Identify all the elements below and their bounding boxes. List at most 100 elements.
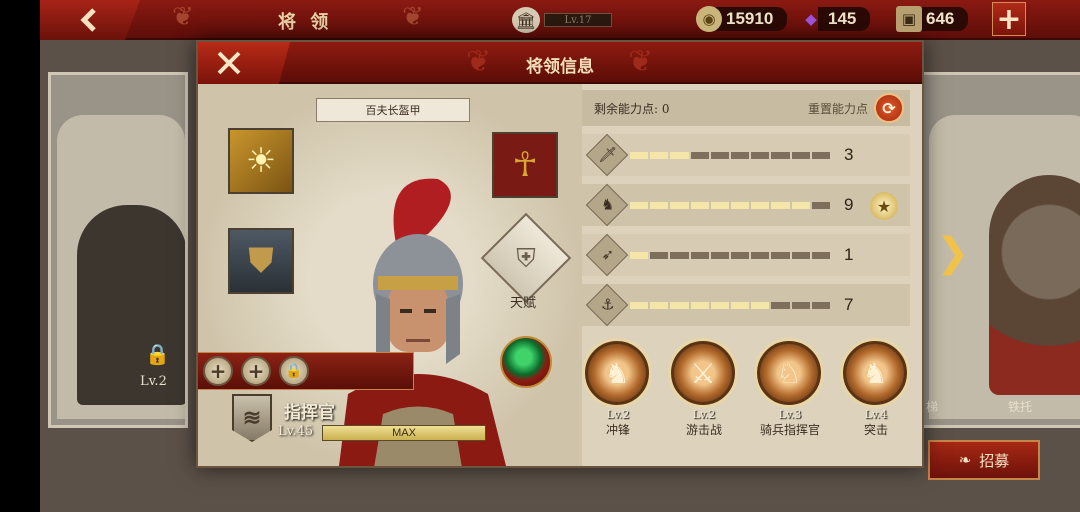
armor-slot[interactable]: ⛊: [228, 228, 294, 294]
stat-segment: [710, 202, 730, 209]
stat-row[interactable]: 🗡 3: [582, 133, 910, 177]
stat-segment: [811, 302, 831, 309]
armor-icon: ⛊: [248, 241, 274, 281]
hero-portrait-area: 百夫长盔甲 ☀ ⛊ ☥ ⛨ 天赋 + + 🔒 ≋ 指挥官 Lv.45 MAX: [198, 84, 582, 466]
stat-segment: [731, 302, 750, 309]
stat-value: 3: [844, 145, 854, 164]
star-badge-icon[interactable]: ★: [870, 192, 898, 220]
locked-skill-slot[interactable]: 🔒: [279, 356, 309, 386]
sword-icon-glyph: 🗡: [598, 145, 618, 164]
helmet-icon: ⛨: [516, 244, 536, 274]
stat-segment: [751, 252, 770, 259]
right-card-name-b: 铁托: [1008, 400, 1033, 414]
skill-level: Lv.2: [606, 408, 630, 421]
temple-icon: 🏛: [512, 7, 540, 33]
stat-segment: [630, 252, 649, 259]
stat-segment: [771, 152, 790, 159]
ability-points-row: 剩余能力点: 0 重置能力点 ⟳: [582, 90, 910, 126]
back-arrow-icon: [80, 8, 96, 32]
coin-value: 15910: [716, 7, 788, 31]
hero-card-locked[interactable]: [48, 72, 188, 428]
stat-segment: [630, 202, 649, 209]
skill-name: 游击战: [685, 423, 722, 437]
resource-coin[interactable]: ◉ 15910: [696, 6, 788, 32]
stat-row[interactable]: ♞ 9 ★: [582, 183, 910, 227]
stat-segment: [791, 302, 810, 309]
skill-guerrilla[interactable]: ⚔ Lv.2 游击战: [668, 338, 740, 438]
recruit-button[interactable]: ❧ 招募: [928, 440, 1040, 480]
stat-segment: [771, 202, 790, 209]
stat-segment: [650, 152, 669, 159]
game-screen: ❦ 将 领 ❦ 🏛 Lv.17 ◉ 15910 ◆ 145 ▣ 646 + 🔒 …: [40, 0, 1080, 512]
stat-segment: [650, 302, 669, 309]
stat-segment: [731, 202, 750, 209]
stat-segment: [670, 302, 689, 309]
rank-badge-icon: ≋: [232, 394, 272, 442]
horse-head-skill-icon: ♘: [754, 338, 824, 408]
skill-cavalry-commander[interactable]: ♘ Lv.3 骑兵指挥官: [754, 338, 826, 438]
bow-icon-glyph: ➶: [601, 245, 614, 264]
add-skill-button[interactable]: +: [203, 356, 233, 386]
reset-points-label: 重置能力点: [807, 101, 868, 116]
stat-segment: [771, 252, 790, 259]
reset-points-button[interactable]: ⟳: [874, 93, 904, 123]
hero-silhouette: [77, 205, 185, 405]
skill-name: 冲锋: [605, 423, 630, 437]
laurel-left-icon: ❦: [172, 2, 194, 32]
stat-progress-bar: [630, 302, 831, 309]
right-card-name-a: 梯: [926, 400, 939, 414]
stat-segment: [811, 202, 831, 209]
stat-segment: [670, 152, 689, 159]
laurel-right-icon: ❦: [628, 44, 654, 79]
stat-segment: [731, 152, 750, 159]
viking-portrait: [989, 175, 1080, 395]
horse-icon-glyph: ♞: [600, 195, 615, 214]
stat-segment: [690, 152, 709, 159]
stat-segment: [791, 152, 810, 159]
banner-slot[interactable]: ☀: [228, 128, 294, 194]
top-bar: ❦ 将 领 ❦ 🏛 Lv.17 ◉ 15910 ◆ 145 ▣ 646 +: [40, 0, 1080, 40]
bow-icon: ➶: [585, 233, 629, 277]
page-title: 将 领: [278, 12, 333, 33]
skill-name: 骑兵指挥官: [759, 423, 820, 437]
stat-segment: [630, 152, 649, 159]
emerald-gem-slot[interactable]: [500, 336, 552, 388]
stat-value: 7: [844, 295, 854, 314]
stat-segment: [771, 302, 790, 309]
stat-segment: [690, 302, 709, 309]
stat-segment: [670, 202, 689, 209]
skill-list: ♞ Lv.2 冲锋 ⚔ Lv.2 游击战 ♘ Lv.3 骑兵指挥官 ♞ Lv.4…: [582, 338, 922, 438]
stat-progress-bar: [630, 252, 831, 259]
stat-row[interactable]: ➶ 1: [582, 233, 910, 277]
stat-rows: 🗡 3 ♞ 9 ★ ➶ 1 ⚓ 7: [582, 133, 910, 327]
skill-charge[interactable]: ♞ Lv.2 冲锋: [582, 338, 654, 438]
lock-icon: 🔒: [285, 363, 303, 379]
player-level[interactable]: 🏛 Lv.17: [512, 7, 612, 33]
add-skill-button[interactable]: +: [241, 356, 271, 386]
stat-row[interactable]: ⚓ 7: [582, 283, 910, 327]
stat-segment: [751, 152, 770, 159]
add-resource-button[interactable]: +: [992, 2, 1026, 37]
stat-segment: [710, 302, 730, 309]
resource-crystal[interactable]: ◆ 145: [798, 6, 871, 32]
stat-progress-bar: [630, 152, 831, 159]
remaining-points: 剩余能力点: 0: [594, 101, 670, 116]
next-hero-arrow-icon[interactable]: ❯: [936, 230, 970, 276]
stat-segment: [751, 202, 770, 209]
recruit-label: 招募: [979, 451, 1010, 470]
player-level-bar: Lv.17: [544, 13, 612, 27]
resource-iron[interactable]: ▣ 646: [896, 6, 969, 32]
skill-assault[interactable]: ♞ Lv.4 突击: [840, 338, 912, 438]
hero-name: 指挥官: [284, 403, 335, 423]
stat-segment: [811, 252, 831, 259]
charge-skill-icon: ♞: [582, 338, 652, 408]
stat-value: 1: [844, 245, 854, 264]
modal-header: ❦ 将领信息 ❦: [198, 42, 922, 84]
stat-value: 9: [844, 195, 854, 214]
stat-segment: [670, 252, 689, 259]
back-button[interactable]: [40, 0, 140, 40]
modal-title: 将领信息: [526, 57, 594, 77]
stat-segment: [650, 202, 669, 209]
laurel-right-icon: ❦: [402, 2, 424, 32]
lock-icon: 🔒: [145, 342, 170, 366]
